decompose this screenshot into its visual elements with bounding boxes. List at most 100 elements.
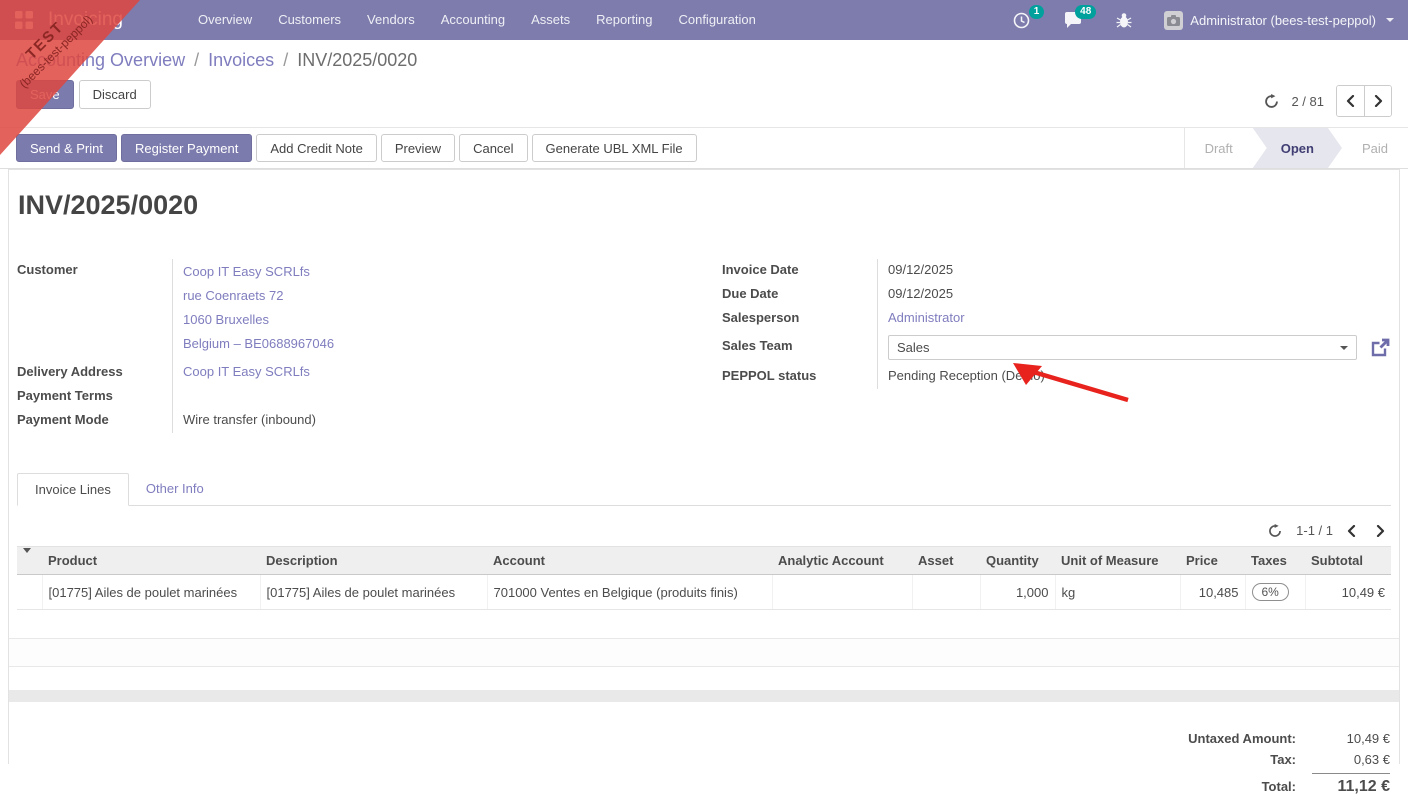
app-brand[interactable]: Invoicing	[48, 9, 123, 31]
discard-button[interactable]: Discard	[78, 80, 151, 109]
cell-taxes[interactable]: 6%	[1244, 574, 1305, 610]
top-navbar: Invoicing Overview Customers Vendors Acc…	[0, 0, 1408, 40]
cell-account[interactable]: 701000 Ventes en Belgique (produits fini…	[486, 574, 772, 610]
delivery-address-link[interactable]: Coop IT Easy SCRLfs	[183, 364, 310, 379]
cancel-button[interactable]: Cancel	[459, 134, 528, 162]
debug-menu[interactable]	[1104, 0, 1144, 40]
cell-asset[interactable]	[911, 574, 980, 610]
field-peppol-status: PEPPOL status Pending Reception (Demo)	[722, 365, 1391, 389]
payment-terms-value[interactable]	[172, 385, 704, 409]
table-header-row: Product Description Account Analytic Acc…	[17, 546, 1391, 575]
status-step-draft[interactable]: Draft	[1185, 128, 1253, 168]
previous-record-button[interactable]	[1337, 86, 1364, 116]
customer-city[interactable]: 1060 Bruxelles	[183, 310, 704, 334]
column-taxes[interactable]: Taxes	[1245, 546, 1305, 575]
column-price[interactable]: Price	[1180, 546, 1245, 575]
caret-down-icon	[23, 548, 31, 568]
due-date-value[interactable]: 09/12/2025	[877, 283, 1391, 307]
payment-mode-label: Payment Mode	[17, 412, 109, 427]
cell-description[interactable]: [01775] Ailes de poulet marinées	[259, 574, 487, 610]
form-fields: Customer Coop IT Easy SCRLfs rue Coenrae…	[17, 259, 1391, 433]
table-scrollbar[interactable]	[9, 690, 1399, 702]
sales-team-select[interactable]: Sales	[888, 335, 1357, 360]
breadcrumb-separator: /	[283, 50, 289, 70]
register-payment-button[interactable]: Register Payment	[121, 134, 253, 162]
peppol-status-value[interactable]: Pending Reception (Demo)	[877, 365, 1391, 389]
lines-next-button[interactable]	[1376, 524, 1385, 537]
payment-mode-value[interactable]: Wire transfer (inbound)	[172, 409, 704, 433]
user-name: Administrator (bees-test-peppol)	[1190, 12, 1376, 28]
activity-menu[interactable]: 1	[1001, 0, 1045, 40]
lines-pager-count: 1-1 / 1	[1296, 523, 1333, 538]
messages-menu[interactable]: 48	[1052, 0, 1097, 40]
nav-item-customers[interactable]: Customers	[265, 0, 354, 40]
tab-invoice-lines[interactable]: Invoice Lines	[17, 473, 129, 506]
column-quantity[interactable]: Quantity	[980, 546, 1055, 575]
chevron-right-icon	[1376, 524, 1385, 537]
column-product[interactable]: Product	[42, 546, 260, 575]
column-asset[interactable]: Asset	[912, 546, 980, 575]
customer-country-vat[interactable]: Belgium – BE0688967046	[183, 334, 704, 358]
breadcrumb-separator: /	[194, 50, 200, 70]
customer-name-link[interactable]: Coop IT Easy SCRLfs	[183, 262, 704, 286]
customer-street[interactable]: rue Coenraets 72	[183, 286, 704, 310]
lines-previous-button[interactable]	[1347, 524, 1356, 537]
save-button[interactable]: Save	[16, 80, 74, 109]
nav-item-overview[interactable]: Overview	[185, 0, 265, 40]
column-subtotal[interactable]: Subtotal	[1305, 546, 1391, 575]
refresh-icon[interactable]	[1264, 93, 1279, 109]
cell-subtotal[interactable]: 10,49 €	[1304, 574, 1391, 610]
action-toolbar: Send & Print Register Payment Add Credit…	[0, 127, 1408, 169]
cell-product[interactable]: [01775] Ailes de poulet marinées	[41, 574, 260, 610]
breadcrumb-current: INV/2025/0020	[297, 50, 418, 70]
clock-icon	[1013, 12, 1030, 28]
field-sales-team: Sales Team Sales	[722, 331, 1391, 365]
statusbar: Draft Open Paid	[1183, 128, 1408, 168]
cell-analytic-account[interactable]	[771, 574, 912, 610]
user-menu[interactable]: Administrator (bees-test-peppol)	[1154, 10, 1394, 30]
breadcrumb-invoices[interactable]: Invoices	[208, 50, 274, 70]
next-record-button[interactable]	[1364, 86, 1391, 116]
breadcrumb-accounting-overview[interactable]: Accounting Overview	[16, 50, 185, 70]
nav-item-vendors[interactable]: Vendors	[354, 0, 428, 40]
caret-down-icon	[1340, 346, 1348, 350]
column-description[interactable]: Description	[260, 546, 487, 575]
column-account[interactable]: Account	[487, 546, 772, 575]
optional-columns-toggle[interactable]	[17, 546, 42, 575]
lines-pager: 1-1 / 1	[17, 523, 1391, 538]
generate-ubl-button[interactable]: Generate UBL XML File	[531, 134, 697, 162]
table-row[interactable]: [01775] Ailes de poulet marinées [01775]…	[17, 574, 1391, 610]
chevron-right-icon	[1374, 95, 1382, 107]
activity-badge: 1	[1028, 5, 1045, 19]
cell-quantity[interactable]: 1,000	[979, 574, 1055, 610]
nav-item-reporting[interactable]: Reporting	[583, 0, 665, 40]
cell-price[interactable]: 10,485	[1179, 574, 1245, 610]
form-sheet: INV/2025/0020 Customer Coop IT Easy SCRL…	[8, 169, 1400, 795]
page-title: INV/2025/0020	[18, 190, 199, 220]
untaxed-amount-row: Untaxed Amount: 10,49 €	[1188, 731, 1390, 746]
send-print-button[interactable]: Send & Print	[16, 134, 117, 162]
nav-item-configuration[interactable]: Configuration	[665, 0, 768, 40]
external-link-icon[interactable]	[1370, 337, 1391, 358]
untaxed-amount-value: 10,49 €	[1346, 731, 1390, 746]
empty-line-row	[9, 638, 1399, 667]
form-group-right: Invoice Date 09/12/2025 Due Date 09/12/2…	[704, 259, 1391, 433]
total-value: 11,12 €	[1312, 773, 1390, 796]
cell-uom[interactable]: kg	[1054, 574, 1180, 610]
column-analytic-account[interactable]: Analytic Account	[772, 546, 912, 575]
messages-badge: 48	[1075, 5, 1097, 19]
salesperson-link[interactable]: Administrator	[888, 310, 965, 325]
column-uom[interactable]: Unit of Measure	[1055, 546, 1180, 575]
refresh-icon[interactable]	[1268, 523, 1282, 538]
tab-other-info[interactable]: Other Info	[129, 473, 221, 505]
field-customer: Customer Coop IT Easy SCRLfs rue Coenrae…	[17, 259, 704, 361]
preview-button[interactable]: Preview	[380, 134, 456, 162]
apps-menu-icon[interactable]	[0, 0, 48, 40]
nav-item-assets[interactable]: Assets	[518, 0, 583, 40]
invoice-date-value[interactable]: 09/12/2025	[877, 259, 1391, 283]
field-delivery-address: Delivery Address Coop IT Easy SCRLfs	[17, 361, 704, 385]
status-step-open[interactable]: Open	[1253, 128, 1342, 168]
status-step-paid[interactable]: Paid	[1342, 128, 1408, 168]
add-credit-note-button[interactable]: Add Credit Note	[256, 134, 377, 162]
nav-item-accounting[interactable]: Accounting	[428, 0, 518, 40]
